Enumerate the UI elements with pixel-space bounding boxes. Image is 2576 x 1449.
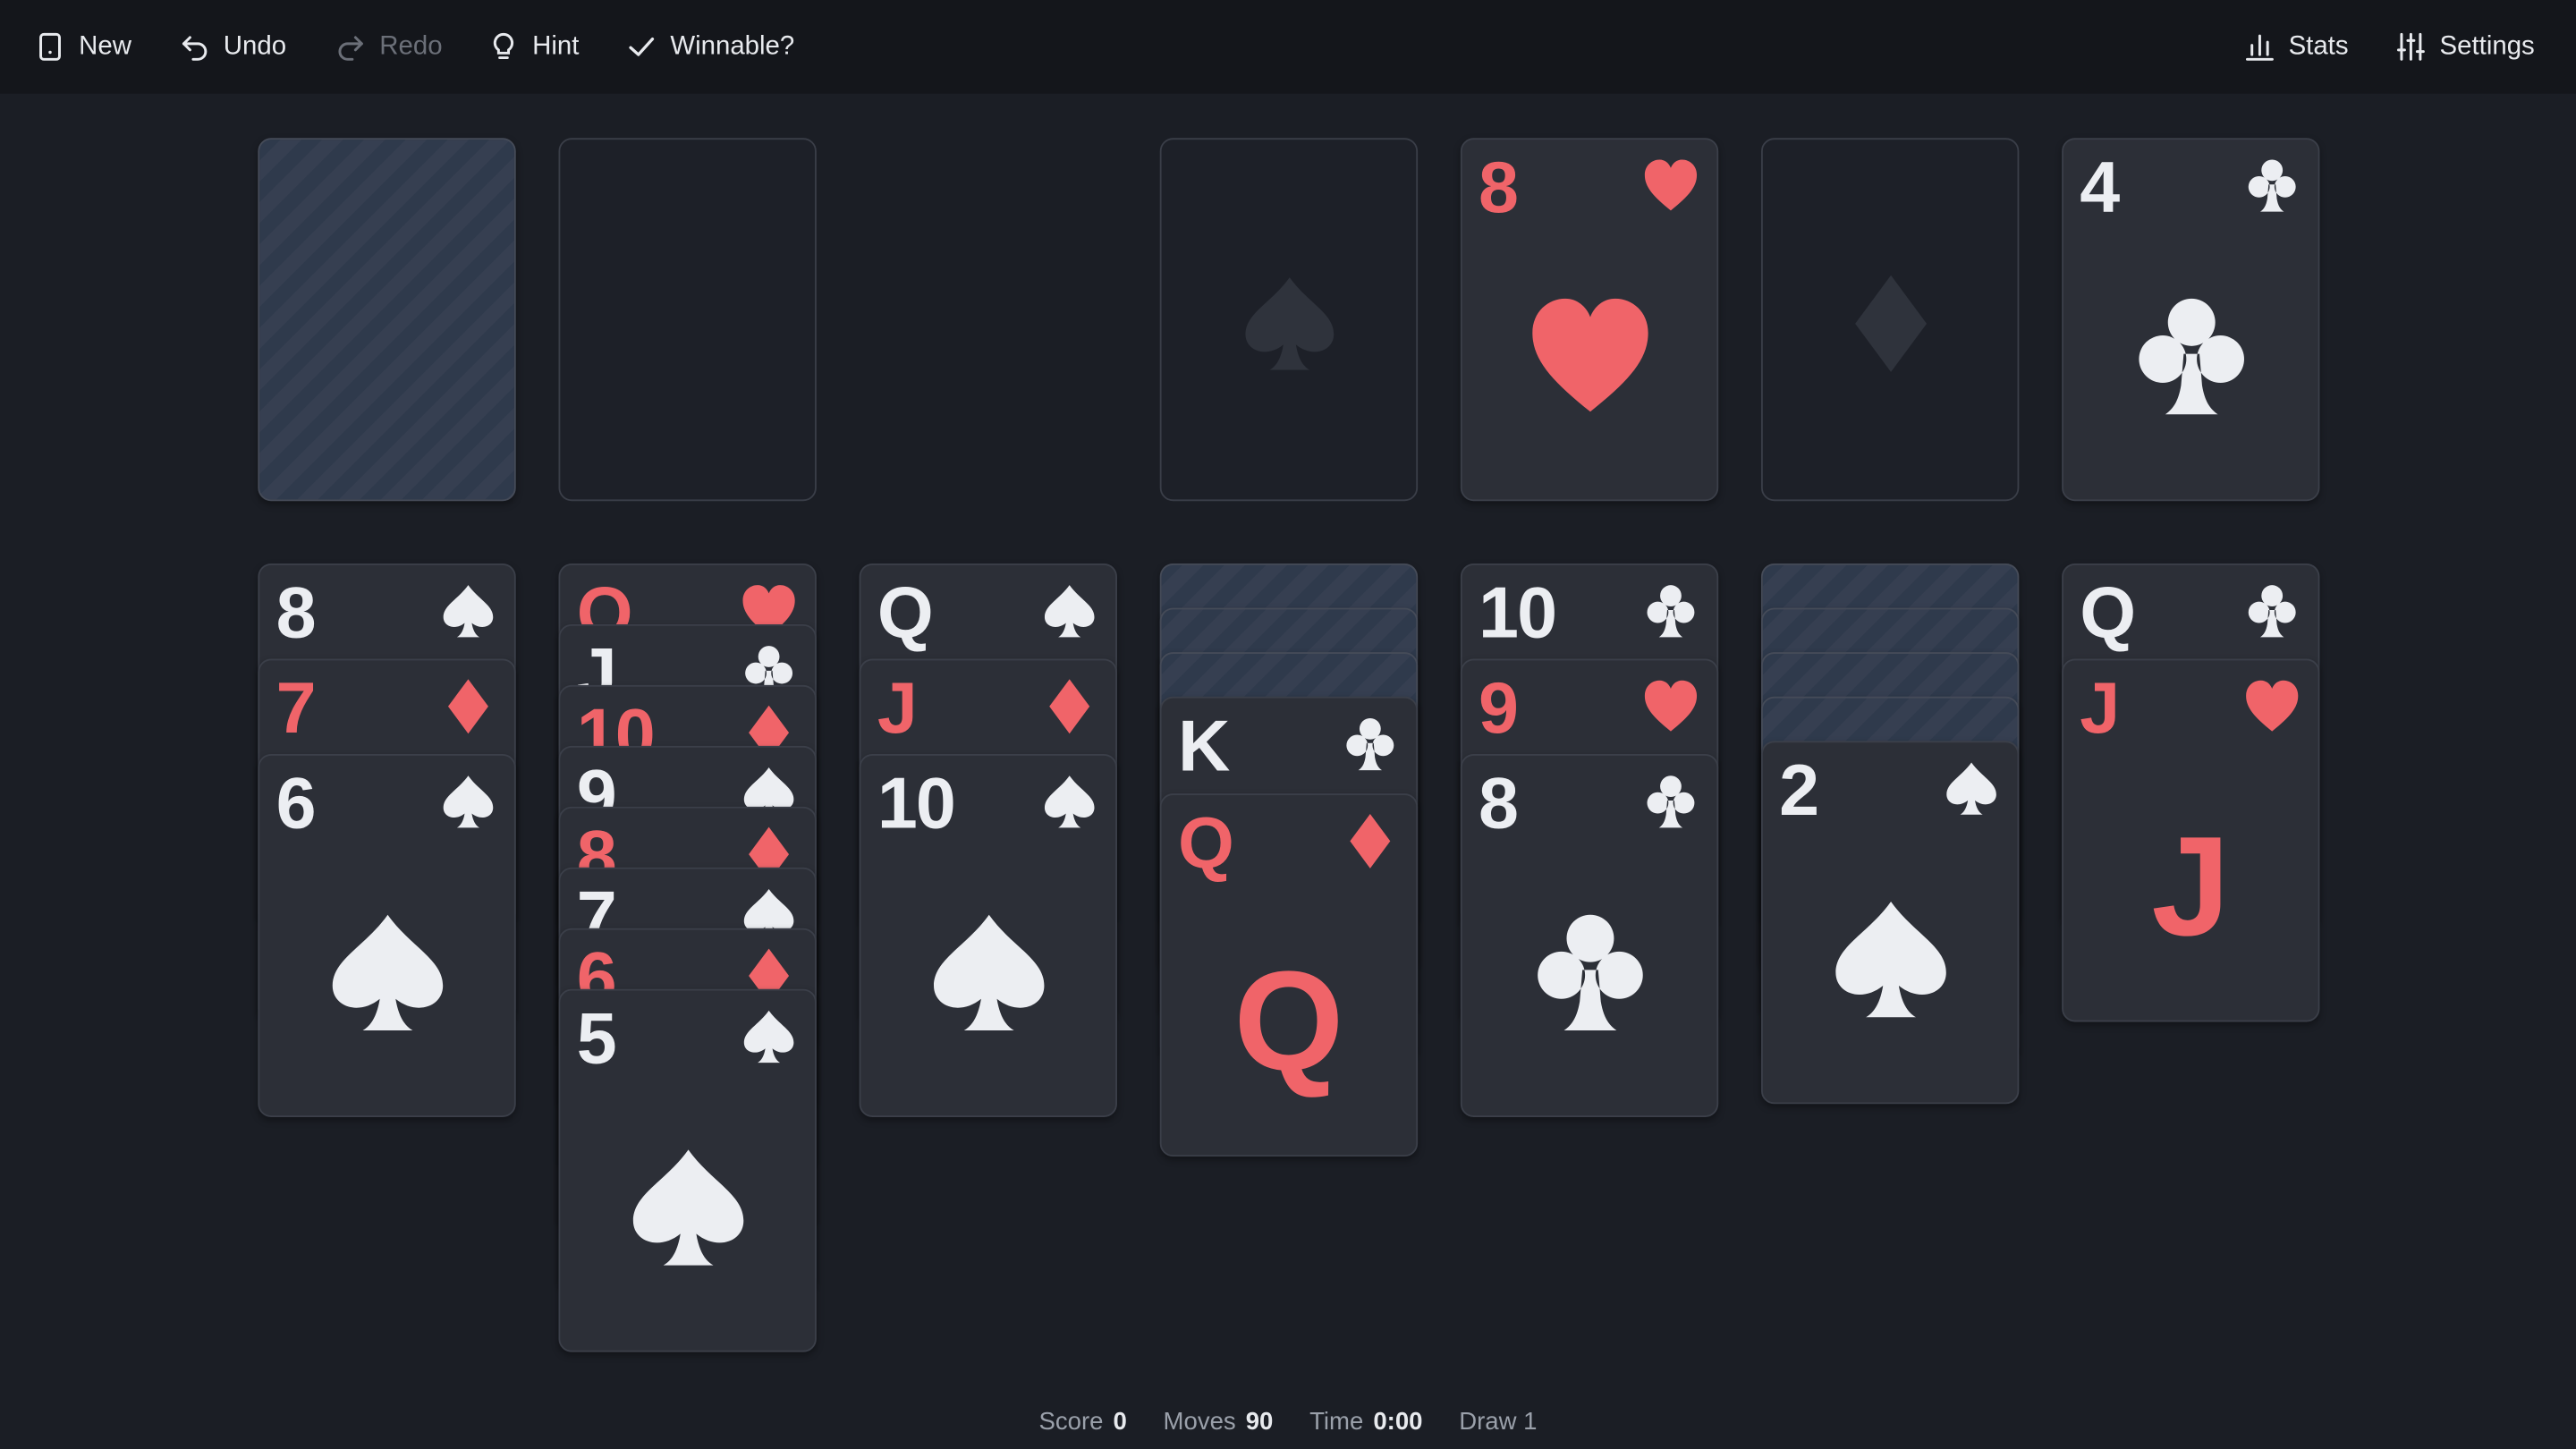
spades-icon xyxy=(743,1010,794,1063)
hearts-icon xyxy=(1644,680,1698,732)
redo-icon xyxy=(338,36,363,61)
hearts-icon xyxy=(1644,159,1698,211)
new-label: New xyxy=(79,31,131,61)
stats-label: Stats xyxy=(2288,31,2349,61)
card-10-of-spades[interactable]: 10 xyxy=(859,754,1117,1117)
card-rank: 6 xyxy=(275,764,317,845)
card-rank: J xyxy=(2080,668,2120,750)
undo-button[interactable]: Undo xyxy=(179,0,286,94)
card-5-of-spades[interactable]: 5 xyxy=(558,988,817,1352)
spades-pip-icon xyxy=(632,1149,744,1266)
hearts-pip-icon xyxy=(1532,298,1648,412)
card-rank: Q xyxy=(877,573,934,655)
card-2-of-spades[interactable]: 2 xyxy=(1760,741,2020,1105)
winnable-label: Winnable? xyxy=(670,31,795,61)
clubs-pip-icon xyxy=(1538,914,1643,1030)
card-rank: 9 xyxy=(1479,668,1519,750)
checkmark-icon xyxy=(629,37,655,56)
clubs-icon xyxy=(2248,159,2296,212)
card-rank: 10 xyxy=(877,764,956,845)
winnable-button[interactable]: Winnable? xyxy=(626,0,794,94)
hint-label: Hint xyxy=(532,31,580,61)
bar-chart-icon xyxy=(2245,34,2274,61)
undo-icon xyxy=(182,36,208,61)
card-J-of-hearts[interactable]: JJ xyxy=(2062,658,2320,1022)
card-rank: 8 xyxy=(1479,148,1519,229)
moves-stat: Moves 90 xyxy=(1164,1408,1274,1436)
time-stat: Time 0:00 xyxy=(1309,1408,1422,1436)
settings-button[interactable]: Settings xyxy=(2395,0,2535,94)
card-rank: K xyxy=(1177,706,1230,787)
card-rank: Q xyxy=(1177,803,1234,885)
sliders-icon xyxy=(2396,32,2425,61)
moves-label: Moves xyxy=(1163,1408,1236,1436)
spades-icon xyxy=(443,585,494,638)
foundation-clubs[interactable]: 4 xyxy=(2062,138,2320,502)
card-rank: 7 xyxy=(275,668,317,750)
undo-label: Undo xyxy=(223,31,287,61)
toolbar: New Undo Redo Hint Winnable? Stats Setti… xyxy=(0,0,2576,94)
card-Q-of-diamonds[interactable]: QQ xyxy=(1159,793,1419,1157)
clubs-icon xyxy=(1647,585,1695,638)
spades-pip-icon xyxy=(1835,901,1946,1018)
diamonds-icon xyxy=(1049,679,1090,734)
solitaire-table: New Undo Redo Hint Winnable? Stats Setti… xyxy=(0,0,2576,1449)
spades-icon xyxy=(443,775,494,828)
stock-pile[interactable] xyxy=(258,138,516,502)
card-rank: 8 xyxy=(275,573,317,655)
hearts-icon xyxy=(2246,680,2299,732)
status-bar: Score 0 Moves 90 Time 0:00 Draw 1 xyxy=(0,1408,2576,1436)
diamonds-icon xyxy=(1350,813,1391,869)
new-game-button[interactable]: New xyxy=(35,0,131,94)
clubs-pip-icon xyxy=(2139,298,2244,415)
card-rank: 10 xyxy=(1479,573,1557,655)
clubs-icon xyxy=(1346,717,1394,771)
lightbulb-icon xyxy=(493,32,514,60)
card-rank: J xyxy=(877,668,918,750)
waste-pile[interactable] xyxy=(558,138,817,502)
settings-label: Settings xyxy=(2439,31,2535,61)
card-rank: 8 xyxy=(1479,764,1519,845)
card-rank: 5 xyxy=(576,998,617,1080)
spades-placeholder-icon xyxy=(1245,277,1335,370)
spades-pip-icon xyxy=(332,914,444,1030)
stats-button[interactable]: Stats xyxy=(2244,0,2349,94)
spades-icon xyxy=(1044,585,1095,638)
card-8-of-clubs[interactable]: 8 xyxy=(1460,754,1719,1117)
court-letter: Q xyxy=(1233,943,1344,1101)
hint-button[interactable]: Hint xyxy=(488,0,580,94)
card-rank: Q xyxy=(2080,573,2136,655)
spades-pip-icon xyxy=(934,914,1045,1030)
spades-icon xyxy=(1044,775,1095,828)
diamonds-placeholder-icon xyxy=(1855,275,1928,372)
card-rank: 4 xyxy=(2080,148,2120,229)
foundation-diamonds[interactable] xyxy=(1760,138,2020,502)
foundation-spades[interactable] xyxy=(1159,138,1419,502)
court-letter: J xyxy=(2151,808,2231,966)
moves-value: 90 xyxy=(1245,1408,1274,1436)
clubs-icon xyxy=(1647,775,1695,828)
score-stat: Score 0 xyxy=(1039,1408,1127,1436)
score-value: 0 xyxy=(1113,1408,1127,1436)
diamonds-icon xyxy=(447,679,488,734)
new-card-icon xyxy=(39,32,61,61)
redo-button[interactable]: Redo xyxy=(335,0,443,94)
card-6-of-spades[interactable]: 6 xyxy=(258,754,516,1117)
time-label: Time xyxy=(1309,1408,1364,1436)
spades-icon xyxy=(1946,762,1996,815)
foundation-hearts[interactable]: 8 xyxy=(1460,138,1719,502)
time-value: 0:00 xyxy=(1373,1408,1423,1436)
clubs-icon xyxy=(2248,585,2296,638)
score-label: Score xyxy=(1038,1408,1104,1436)
redo-label: Redo xyxy=(379,31,443,61)
card-rank: 2 xyxy=(1779,750,1819,832)
draw-mode: Draw 1 xyxy=(1459,1408,1538,1436)
